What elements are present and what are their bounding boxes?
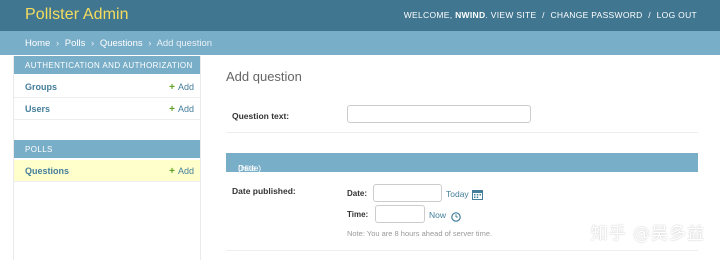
model-link-questions[interactable]: Questions bbox=[25, 166, 69, 176]
model-link-users[interactable]: Users bbox=[25, 104, 50, 114]
view-site-link[interactable]: View site bbox=[491, 10, 537, 20]
now-link[interactable]: Now bbox=[429, 210, 446, 220]
breadcrumb: Home › Polls › Questions › Add question bbox=[0, 31, 720, 55]
model-row-groups: Groups + Add bbox=[14, 76, 200, 98]
watermark: 知乎 @吴多益 bbox=[590, 224, 705, 244]
calendar-icon[interactable] bbox=[472, 187, 483, 205]
date-label: Date: bbox=[347, 189, 368, 198]
add-question-link[interactable]: + Add bbox=[169, 166, 194, 177]
module-caption-label: Authentication and Authorization bbox=[25, 61, 193, 70]
site-branding[interactable]: Pollster Admin bbox=[25, 6, 129, 24]
add-user-link[interactable]: + Add bbox=[169, 104, 194, 115]
welcome-text: Welcome, bbox=[403, 10, 453, 20]
form-row-question-text: Question text: bbox=[226, 98, 698, 133]
change-password-link[interactable]: Change password bbox=[550, 10, 642, 20]
question-text-input[interactable] bbox=[347, 105, 531, 123]
time-input[interactable] bbox=[375, 205, 425, 223]
question-text-label: Question text: bbox=[232, 111, 290, 121]
model-row-users: Users + Add bbox=[14, 98, 200, 120]
clock-icon[interactable] bbox=[451, 209, 461, 227]
separator: / bbox=[648, 10, 651, 20]
time-label: Time: bbox=[347, 210, 369, 219]
separator: / bbox=[542, 10, 545, 20]
username: NWIND bbox=[455, 10, 486, 20]
breadcrumb-separator: › bbox=[55, 38, 60, 49]
breadcrumb-separator: › bbox=[91, 38, 95, 49]
breadcrumb-polls[interactable]: Polls bbox=[65, 38, 86, 49]
date-input[interactable] bbox=[373, 184, 442, 202]
page-title: Add question bbox=[226, 69, 302, 84]
model-link-groups[interactable]: Groups bbox=[25, 82, 57, 92]
fieldset-caption-date-information: Date information (Hide) bbox=[226, 153, 698, 183]
user-tools: Welcome, NWIND. View site / Change passw… bbox=[403, 10, 697, 20]
breadcrumb-home[interactable]: Home bbox=[25, 38, 50, 49]
plus-icon: + bbox=[169, 166, 175, 177]
date-published-label: Date published: bbox=[232, 186, 296, 196]
module-caption-label: Polls bbox=[25, 145, 53, 154]
module-caption-polls[interactable]: Polls bbox=[14, 140, 200, 158]
add-group-link[interactable]: + Add bbox=[169, 82, 194, 93]
plus-icon: + bbox=[169, 82, 175, 93]
model-row-questions: Questions + Add bbox=[14, 160, 200, 182]
header: Pollster Admin Welcome, NWIND. View site… bbox=[0, 0, 720, 31]
app-sidebar: Authentication and Authorization Groups … bbox=[13, 56, 201, 260]
plus-icon: + bbox=[169, 104, 175, 115]
logout-link[interactable]: Log out bbox=[657, 10, 697, 20]
module-caption-auth[interactable]: Authentication and Authorization bbox=[14, 56, 200, 74]
breadcrumb-separator: › bbox=[148, 38, 152, 49]
breadcrumb-current: Add question bbox=[156, 38, 213, 49]
breadcrumb-questions[interactable]: Questions bbox=[100, 38, 143, 49]
today-link[interactable]: Today bbox=[446, 189, 469, 199]
timezone-note: Note: You are 8 hours ahead of server ti… bbox=[347, 229, 493, 238]
